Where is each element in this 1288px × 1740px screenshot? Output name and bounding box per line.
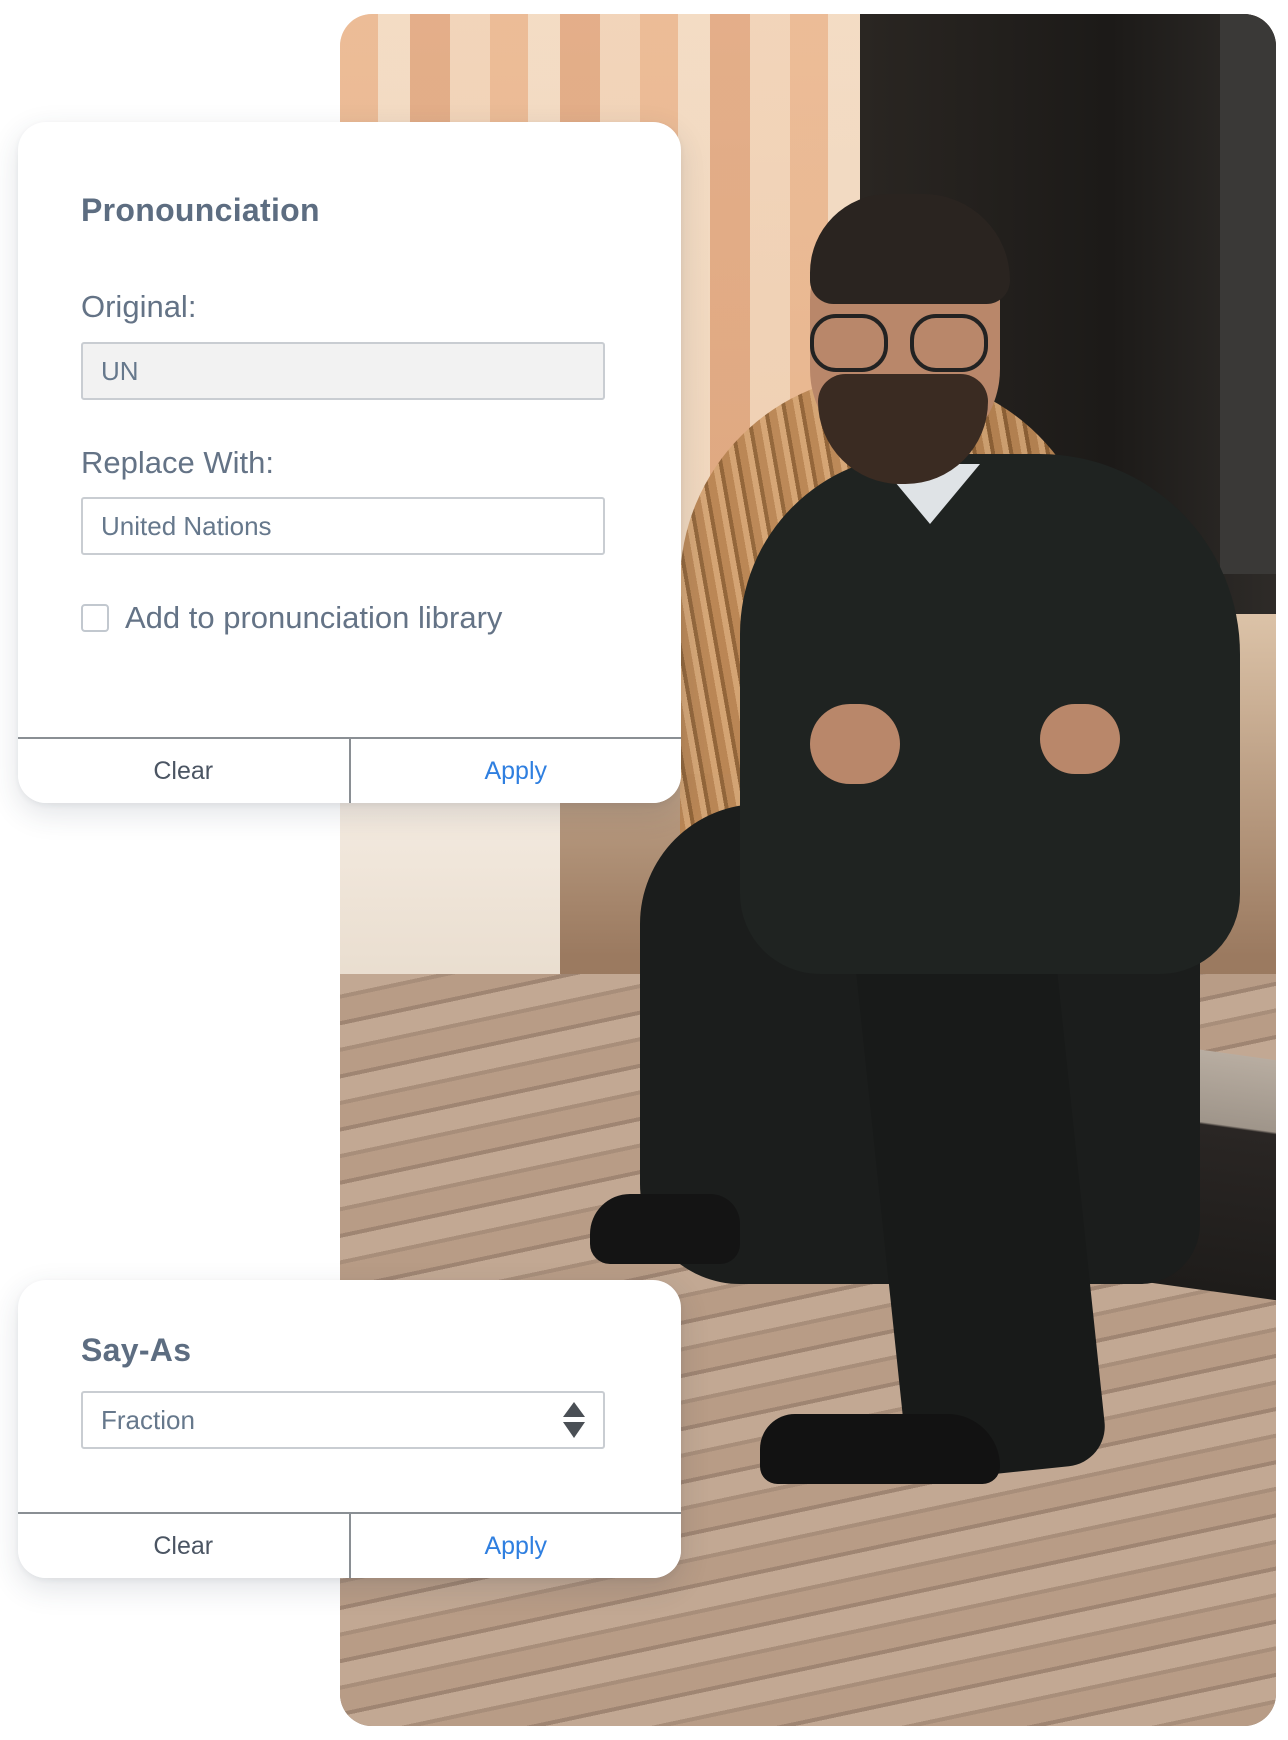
say-as-title: Say-As (81, 1332, 192, 1368)
library-checkbox-label: Add to pronunciation library (125, 600, 503, 635)
library-checkbox-row[interactable]: Add to pronunciation library (81, 600, 502, 636)
say-as-footer: Clear Apply (18, 1512, 681, 1578)
person-hand-right (1040, 704, 1120, 774)
pronunciation-apply-button[interactable]: Apply (350, 739, 681, 803)
replace-with-label: Replace With: (81, 445, 274, 480)
say-as-selected-value: Fraction (101, 1404, 195, 1435)
original-label: Original: (81, 289, 197, 324)
replace-with-input[interactable] (81, 497, 605, 555)
checkbox-icon[interactable] (81, 604, 109, 632)
pronunciation-footer: Clear Apply (18, 737, 681, 803)
say-as-clear-button[interactable]: Clear (18, 1514, 351, 1578)
person-shoe-right (760, 1414, 1000, 1484)
person-torso (740, 454, 1240, 974)
person-hand-left (810, 704, 900, 784)
up-down-arrows-icon (563, 1402, 585, 1438)
person-shoe-left (590, 1194, 740, 1264)
say-as-select[interactable]: Fraction (81, 1391, 605, 1449)
window-light (340, 774, 560, 1004)
original-input[interactable] (81, 342, 605, 400)
door-panel (1220, 14, 1276, 574)
pronunciation-card: Pronounciation Original: Replace With: A… (18, 122, 681, 803)
say-as-apply-button[interactable]: Apply (350, 1514, 681, 1578)
say-as-card: Say-As Fraction Clear Apply (18, 1280, 681, 1578)
pronunciation-title: Pronounciation (81, 192, 320, 228)
person-glasses (800, 314, 1000, 374)
pronunciation-clear-button[interactable]: Clear (18, 739, 351, 803)
